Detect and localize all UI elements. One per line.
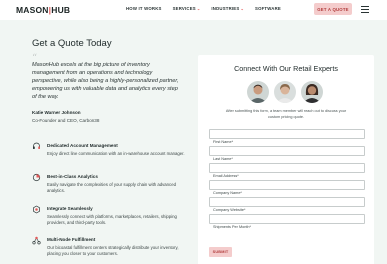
feature-title: Best-in-Class Analytics (47, 174, 98, 179)
shipments-per-month-input[interactable] (210, 223, 364, 231)
company-name-field[interactable] (209, 180, 365, 197)
feature-description: Our bicoastal fulfillment centers strate… (47, 245, 179, 257)
chevron-down-icon: ⌄ (240, 6, 244, 11)
first-name-input[interactable] (210, 138, 364, 146)
headset-icon (33, 142, 40, 149)
feature-description: Enjoy direct line communication with an … (47, 151, 185, 156)
nav-link-how-it-works[interactable]: HOW IT WORKS (126, 6, 162, 11)
company-name-input[interactable] (210, 189, 364, 197)
nav-link-services[interactable]: SERVICES⌄ (173, 6, 201, 11)
logo-text-mason: MASON (16, 5, 49, 15)
feature-title: Multi-Node Fulfillment (47, 237, 96, 242)
last-name-input[interactable] (210, 155, 364, 163)
form-subtitle: After submitting this form, a team membe… (225, 109, 347, 119)
nav-link-software[interactable]: SOFTWARE (255, 6, 281, 11)
company-website-field[interactable] (209, 197, 365, 214)
testimonial-quote: MasonHub excels at the big picture of in… (32, 62, 179, 101)
feature-title: Dedicated Account Management (47, 143, 118, 148)
nav-link-label: SOFTWARE (255, 6, 281, 11)
avatar (274, 81, 296, 103)
integrate-icon (33, 205, 40, 214)
chevron-down-icon: ⌄ (196, 6, 201, 11)
first-name-field[interactable] (209, 129, 365, 146)
shipments-per-month-field[interactable] (209, 214, 365, 231)
masonhub-logo[interactable]: MASON|HUB (16, 5, 70, 15)
feature-description: Easily navigate the complexities of your… (47, 182, 176, 194)
top-navigation: MASON|HUB HOW IT WORKS SERVICES⌄ INDUSTR… (0, 0, 387, 20)
feature-title: Integrate Seamlessly (47, 206, 93, 211)
testimonial-author: Katie Warner Johnson (32, 110, 81, 115)
email-field[interactable] (209, 163, 365, 180)
avatar (301, 81, 323, 103)
hamburger-menu-icon[interactable] (361, 6, 369, 13)
submit-button[interactable]: SUBMIT (209, 247, 232, 257)
company-website-input[interactable] (210, 206, 364, 214)
form-title: Connect With Our Retail Experts (234, 64, 338, 73)
avatar (247, 81, 269, 103)
quote-form-card: Connect With Our Retail Experts After su… (198, 55, 374, 264)
last-name-field[interactable] (209, 146, 365, 163)
quote-section: Get a Quote Today “ MasonHub excels at t… (0, 20, 387, 264)
expert-avatars (247, 81, 323, 103)
logo-text-hub: HUB (51, 5, 71, 15)
nav-link-label: HOW IT WORKS (126, 6, 162, 11)
testimonial-author-title: Co-Founder and CEO, Carbon38 (32, 118, 100, 123)
multi-node-icon (32, 236, 41, 245)
get-a-quote-button[interactable]: GET A QUOTE (314, 3, 352, 15)
page-title: Get a Quote Today (32, 38, 112, 49)
nav-link-industries[interactable]: INDUSTRIES⌄ (211, 6, 244, 11)
email-input[interactable] (210, 172, 364, 180)
nav-link-label: SERVICES (172, 6, 196, 11)
feature-description: Seamlessly connect with platforms, marke… (47, 214, 177, 226)
nav-links: HOW IT WORKS SERVICES⌄ INDUSTRIES⌄ SOFTW… (126, 6, 281, 11)
nav-link-label: INDUSTRIES (211, 6, 240, 11)
analytics-icon (32, 173, 41, 182)
